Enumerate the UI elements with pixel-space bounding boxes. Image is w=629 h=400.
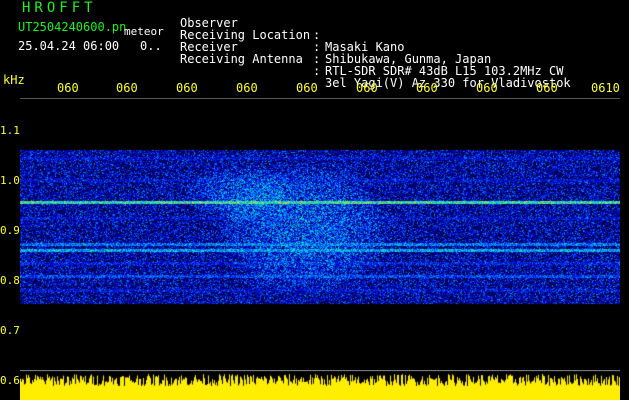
timestamp: 25.04.24 06:00 bbox=[18, 39, 120, 53]
y-tick-label: 0.6 bbox=[0, 374, 20, 387]
y-tick-label: 0.7 bbox=[0, 324, 20, 337]
file-type: meteor bbox=[124, 25, 164, 38]
x-tick-label: 060 bbox=[356, 81, 378, 95]
info-row-observer: Observer : Masaki Kano bbox=[180, 5, 404, 53]
y-tick-label: 0.8 bbox=[0, 274, 20, 287]
x-tick-label: 060 bbox=[116, 81, 138, 95]
y-tick-label: 1.0 bbox=[0, 174, 20, 187]
station-info: Observer : Masaki Kano Receiving Locatio… bbox=[180, 5, 571, 89]
file-name: UT2504240600.pn bbox=[18, 20, 127, 34]
x-tick-label: 060 bbox=[176, 81, 198, 95]
info-label: Receiving Antenna bbox=[180, 52, 303, 66]
x-tick-label: 060 bbox=[536, 81, 558, 95]
timestamp-value: 0.. bbox=[140, 39, 162, 53]
app-logo: HROFFT bbox=[22, 0, 97, 16]
x-tick-label: 060 bbox=[296, 81, 318, 95]
info-row-antenna: Receiving Antenna : 3el Yagi(V) Az 330 f… bbox=[180, 41, 571, 89]
y-tick-label: 1.1 bbox=[0, 124, 20, 137]
info-separator: : bbox=[313, 64, 321, 78]
info-row-location: Receiving Location : Shibukawa, Gunma, J… bbox=[180, 17, 491, 65]
x-tick-label: 060 bbox=[57, 81, 79, 95]
x-tick-label: 060 bbox=[236, 81, 258, 95]
x-tick-label: 060 bbox=[416, 81, 438, 95]
x-tick-label: 0610 bbox=[591, 81, 620, 95]
frequency-unit-label: kHz bbox=[3, 73, 25, 87]
hrofft-window: HROFFT UT2504240600.pn meteor 25.04.24 0… bbox=[0, 0, 629, 400]
y-tick-label: 0.9 bbox=[0, 224, 20, 237]
plot-frame bbox=[20, 98, 620, 399]
info-row-receiver: Receiver : RTL-SDR SDR# 43dB L15 103.2MH… bbox=[180, 29, 563, 77]
x-tick-label: 060 bbox=[476, 81, 498, 95]
